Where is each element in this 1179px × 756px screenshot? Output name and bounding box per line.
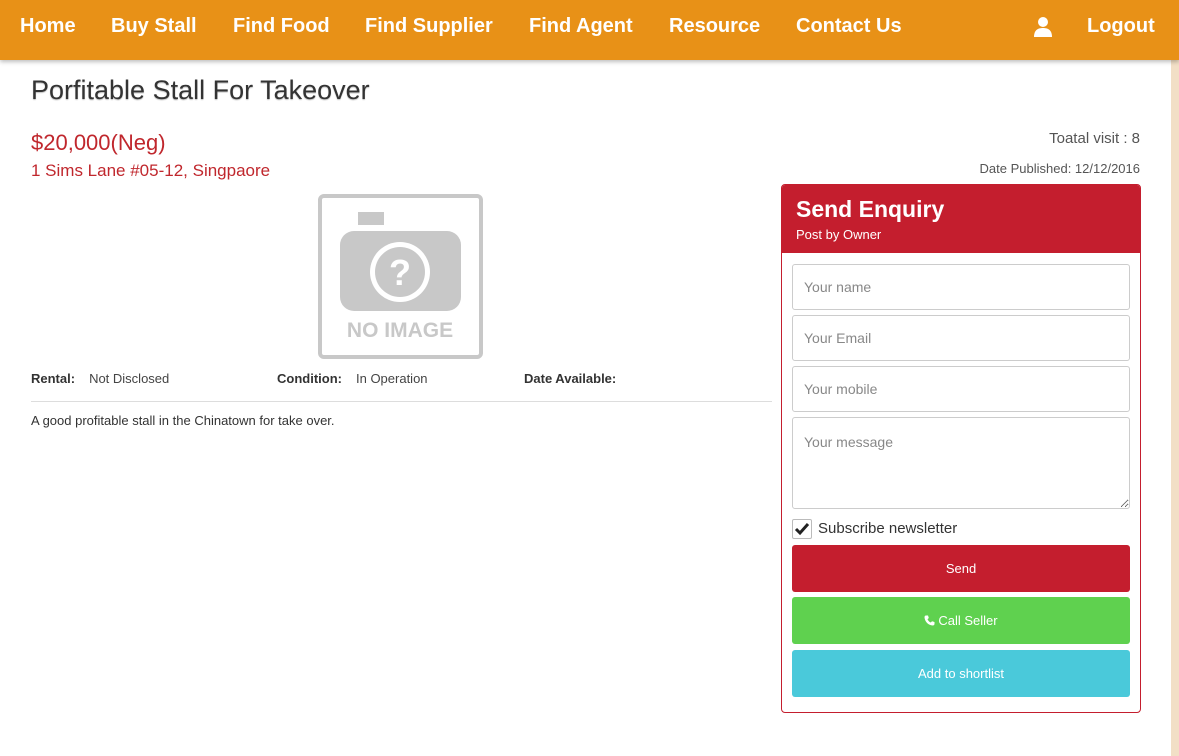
rental-value: Not Disclosed	[89, 371, 170, 386]
name-input[interactable]	[792, 264, 1130, 310]
svg-text:?: ?	[389, 252, 411, 293]
top-navbar: Home Buy Stall Find Food Find Supplier F…	[0, 0, 1179, 60]
enquiry-form: Send Enquiry Post by Owner Subscribe new…	[781, 184, 1141, 713]
divider	[31, 401, 772, 402]
date-published: Date Published: 12/12/2016	[979, 161, 1140, 176]
subscribe-checkbox[interactable]	[792, 519, 812, 539]
phone-icon	[924, 598, 935, 645]
listing-price: $20,000(Neg)	[31, 130, 166, 155]
nav-contact-us[interactable]: Contact Us	[796, 0, 902, 52]
enquiry-title: Send Enquiry	[796, 196, 945, 222]
date-available-detail: Date Available:	[524, 371, 630, 386]
call-seller-label: Call Seller	[938, 613, 998, 628]
call-seller-button[interactable]: Call Seller	[792, 597, 1130, 644]
enquiry-subtitle: Post by Owner	[796, 227, 882, 242]
checkmark-icon	[794, 523, 810, 536]
nav-find-agent[interactable]: Find Agent	[529, 0, 633, 52]
enquiry-header: Send Enquiry Post by Owner	[782, 185, 1140, 253]
listing-address: 1 Sims Lane #05-12, Singpaore	[31, 161, 271, 180]
total-visits: Toatal visit : 8	[1049, 130, 1140, 147]
nav-find-food[interactable]: Find Food	[233, 0, 330, 52]
no-image-text: NO IMAGE	[347, 319, 453, 342]
subscribe-label: Subscribe newsletter	[818, 520, 958, 537]
rental-label: Rental:	[31, 371, 76, 386]
date-available-label: Date Available:	[524, 371, 617, 386]
nav-buy-stall[interactable]: Buy Stall	[111, 0, 197, 52]
nav-find-supplier[interactable]: Find Supplier	[365, 0, 493, 52]
condition-value: In Operation	[355, 371, 428, 386]
logout-link[interactable]: Logout	[1087, 0, 1155, 52]
condition-label: Condition:	[277, 371, 342, 386]
no-image-placeholder: ? NO IMAGE	[318, 194, 483, 359]
listing-panel: Porfitable Stall For Takeover $20,000(Ne…	[0, 60, 1171, 756]
send-button[interactable]: Send	[792, 545, 1130, 592]
email-input[interactable]	[792, 315, 1130, 361]
nav-home[interactable]: Home	[20, 0, 76, 52]
page-title: Porfitable Stall For Takeover	[31, 75, 370, 105]
listing-description: A good profitable stall in the Chinatown…	[31, 413, 335, 428]
rental-detail: Rental: Not Disclosed	[31, 371, 169, 386]
condition-detail: Condition: In Operation	[277, 371, 428, 386]
message-textarea[interactable]	[792, 417, 1130, 509]
add-to-shortlist-button[interactable]: Add to shortlist	[792, 650, 1130, 697]
mobile-input[interactable]	[792, 366, 1130, 412]
user-icon[interactable]	[1033, 16, 1053, 38]
nav-resource[interactable]: Resource	[669, 0, 760, 52]
